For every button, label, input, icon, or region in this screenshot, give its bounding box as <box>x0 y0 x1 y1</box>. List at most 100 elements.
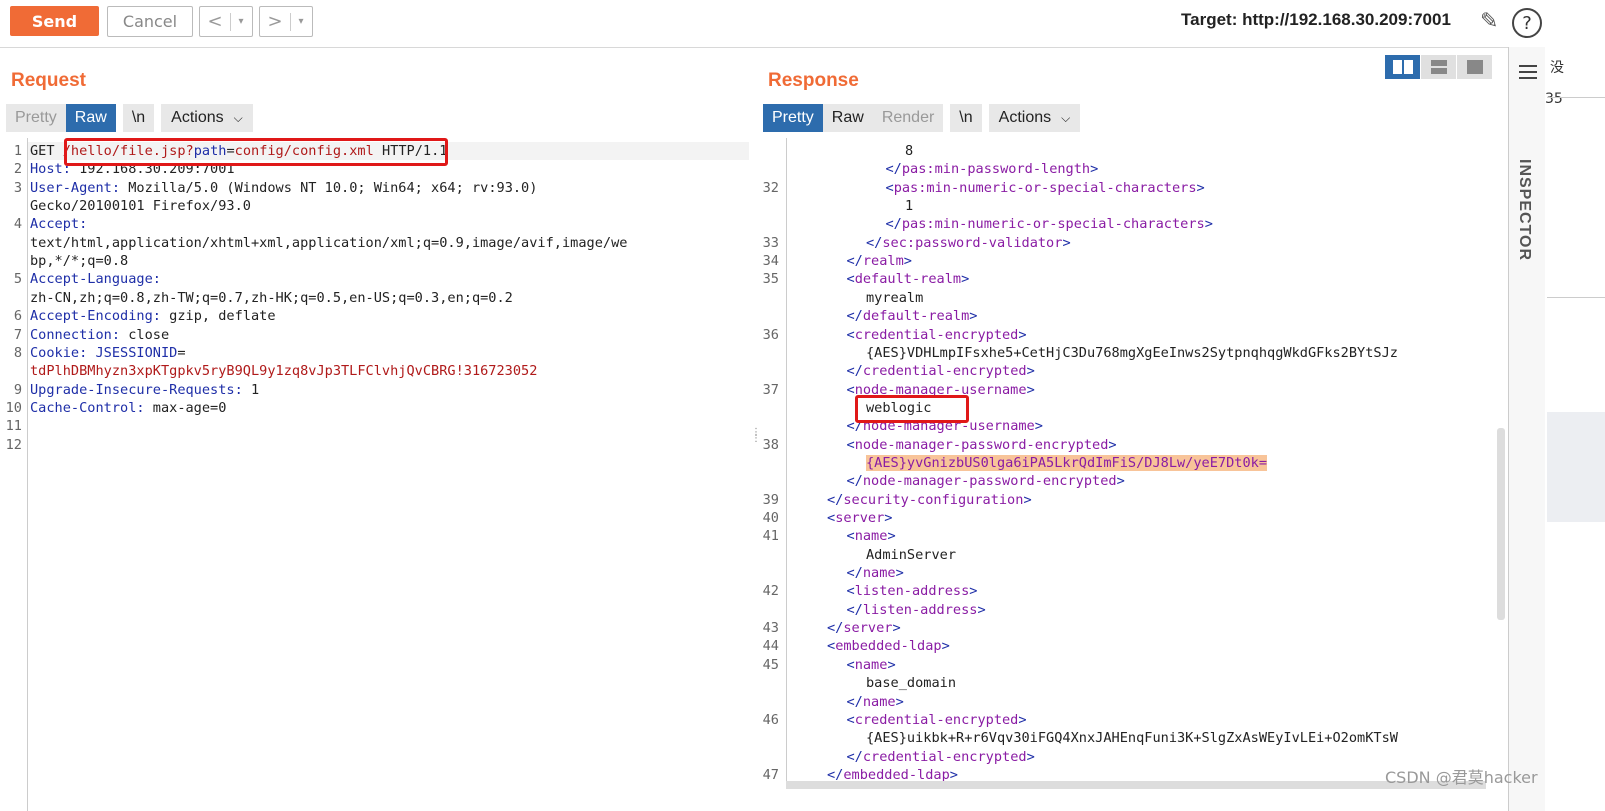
code-line[interactable]: </name> <box>847 564 904 582</box>
code-line[interactable]: </credential-encrypted> <box>847 362 1035 380</box>
code-line[interactable]: </name> <box>847 693 904 711</box>
code-token: > <box>884 510 893 526</box>
tab-render[interactable]: Render <box>872 104 944 132</box>
code-line[interactable]: Cache-Control: max-age=0 <box>30 399 226 417</box>
code-line[interactable]: </server> <box>827 619 901 637</box>
cancel-button[interactable]: Cancel <box>107 6 193 37</box>
code-token: default-realm <box>854 271 962 288</box>
code-line[interactable]: </node-manager-password-encrypted> <box>847 472 1125 490</box>
code-line[interactable]: </pas:min-password-length> <box>886 160 1099 178</box>
vertical-scrollbar[interactable] <box>1497 428 1505 620</box>
inspector-label[interactable]: INSPECTOR <box>1515 159 1533 261</box>
code-token: > <box>1026 363 1035 380</box>
code-line[interactable]: <credential-encrypted> <box>847 711 1027 729</box>
code-line[interactable]: zh-CN,zh;q=0.8,zh-TW;q=0.7,zh-HK;q=0.5,e… <box>30 289 513 307</box>
forward-button[interactable]: > ▾ <box>259 6 313 37</box>
code-line[interactable]: bp,*/*;q=0.8 <box>30 252 128 270</box>
line-number <box>748 307 779 325</box>
code-line[interactable]: {AES}VDHLmpIFsxhe5+CetHjC3Du768mgXgEeInw… <box>866 344 1398 362</box>
code-line[interactable]: text/html,application/xhtml+xml,applicat… <box>30 234 627 252</box>
back-button[interactable]: < ▾ <box>199 6 253 37</box>
line-number <box>748 729 779 747</box>
gutter-divider <box>786 138 787 783</box>
actions-dropdown[interactable]: Actions ⌵ <box>988 104 1081 132</box>
horizontal-scrollbar[interactable] <box>786 781 1486 789</box>
code-line[interactable]: <pas:min-numeric-or-special-characters> <box>886 179 1205 197</box>
code-line[interactable]: </sec:password-validator> <box>866 234 1071 252</box>
actions-dropdown[interactable]: Actions ⌵ <box>161 104 253 132</box>
single-pane-icon[interactable] <box>1457 55 1492 79</box>
response-title: Response <box>768 70 859 91</box>
code-line[interactable]: 8 <box>905 142 913 160</box>
split-horizontal-icon[interactable] <box>1385 55 1420 79</box>
line-number: 42 <box>762 583 779 600</box>
code-line[interactable]: AdminServer <box>866 546 956 564</box>
tab-newline[interactable]: \n <box>950 104 982 132</box>
code-line[interactable]: {AES}yvGnizbUS0lga6iPA5LkrQdImFiS/DJ8Lw/… <box>866 454 1268 472</box>
code-token: Gecko/20100101 Firefox/93.0 <box>30 198 251 215</box>
code-line[interactable]: <embedded-ldap> <box>827 637 950 655</box>
line-number: 12 <box>5 436 22 453</box>
tab-pretty[interactable]: Pretty <box>6 104 66 132</box>
code-line[interactable]: 1 <box>905 197 913 215</box>
code-token: </ <box>846 601 863 618</box>
split-vertical-icon[interactable] <box>1421 55 1456 79</box>
code-line[interactable]: <credential-encrypted> <box>847 326 1027 344</box>
code-token: {AES}uikbk+R+r6Vqv30iFGQ4XnxJAHEnqFuni3K… <box>866 730 1398 747</box>
line-number: 6 <box>13 308 22 325</box>
code-line[interactable]: </pas:min-numeric-or-special-characters> <box>886 215 1213 233</box>
code-line[interactable]: Accept-Encoding: gzip, deflate <box>30 307 276 325</box>
code-line[interactable]: base_domain <box>866 674 956 692</box>
code-line[interactable]: <node-manager-password-encrypted> <box>847 436 1117 454</box>
code-token: </ <box>866 234 883 251</box>
target-label[interactable]: Target: http://192.168.30.209:7001 <box>1181 10 1451 30</box>
code-line[interactable]: </default-realm> <box>847 307 978 325</box>
code-line[interactable]: Connection: close <box>30 326 169 344</box>
code-token: </ <box>846 363 863 380</box>
code-line[interactable]: <default-realm> <box>847 270 970 288</box>
code-line[interactable]: Upgrade-Insecure-Requests: 1 <box>30 381 259 399</box>
code-line[interactable]: <server> <box>827 509 892 527</box>
send-button[interactable]: Send <box>10 6 99 36</box>
code-token: > <box>1204 216 1213 233</box>
code-line[interactable]: Accept-Language: <box>30 270 161 288</box>
code-token: max-age=0 <box>152 399 227 416</box>
code-line[interactable]: myrealm <box>866 289 923 307</box>
tab-raw[interactable]: Raw <box>822 104 873 132</box>
code-line[interactable]: </security-configuration> <box>827 491 1032 509</box>
code-line[interactable]: Cookie: JSESSIONID= <box>30 344 186 362</box>
code-line[interactable]: <listen-address> <box>847 582 978 600</box>
code-token: > <box>941 638 950 655</box>
code-line[interactable]: </credential-encrypted> <box>847 748 1035 766</box>
code-line[interactable]: {AES}uikbk+R+r6Vqv30iFGQ4XnxJAHEnqFuni3K… <box>866 729 1398 747</box>
tab-raw[interactable]: Raw <box>65 104 116 132</box>
tab-newline[interactable]: \n <box>122 104 155 132</box>
code-line[interactable]: User-Agent: Mozilla/5.0 (Windows NT 10.0… <box>30 179 537 197</box>
toolbar: Send Cancel < ▾ > ▾ Target: http://192.1… <box>0 0 1605 48</box>
forward-dropdown-icon[interactable]: ▾ <box>290 12 311 31</box>
hamburger-icon[interactable] <box>1519 65 1537 83</box>
inspector-panel: INSPECTOR <box>1508 47 1545 811</box>
line-number <box>748 472 779 490</box>
code-token: > <box>1018 326 1027 343</box>
code-token: realm <box>862 253 904 270</box>
code-line[interactable]: </realm> <box>847 252 912 270</box>
line-number <box>748 160 779 178</box>
code-line[interactable]: <name> <box>847 527 896 545</box>
code-token: pas:min-password-length <box>901 161 1091 178</box>
back-dropdown-icon[interactable]: ▾ <box>230 12 251 31</box>
code-token: name <box>862 693 896 710</box>
code-token: > <box>1116 473 1125 490</box>
pencil-icon[interactable]: ✎ <box>1480 9 1498 34</box>
tab-pretty[interactable]: Pretty <box>763 104 823 132</box>
code-token: credential-encrypted <box>854 326 1019 343</box>
code-line[interactable]: </listen-address> <box>847 601 986 619</box>
code-token: > <box>977 601 986 618</box>
code-line[interactable]: <name> <box>847 656 896 674</box>
code-token: server <box>843 620 893 637</box>
code-line[interactable]: tdPlhDBMhyzn3xpKTgpkv5ryB9QL9y1zq8vJp3TL… <box>30 362 537 380</box>
code-line[interactable]: Gecko/20100101 Firefox/93.0 <box>30 197 251 215</box>
help-icon[interactable]: ? <box>1512 8 1542 38</box>
code-token: > <box>1026 748 1035 765</box>
code-line[interactable]: Accept: <box>30 215 87 233</box>
